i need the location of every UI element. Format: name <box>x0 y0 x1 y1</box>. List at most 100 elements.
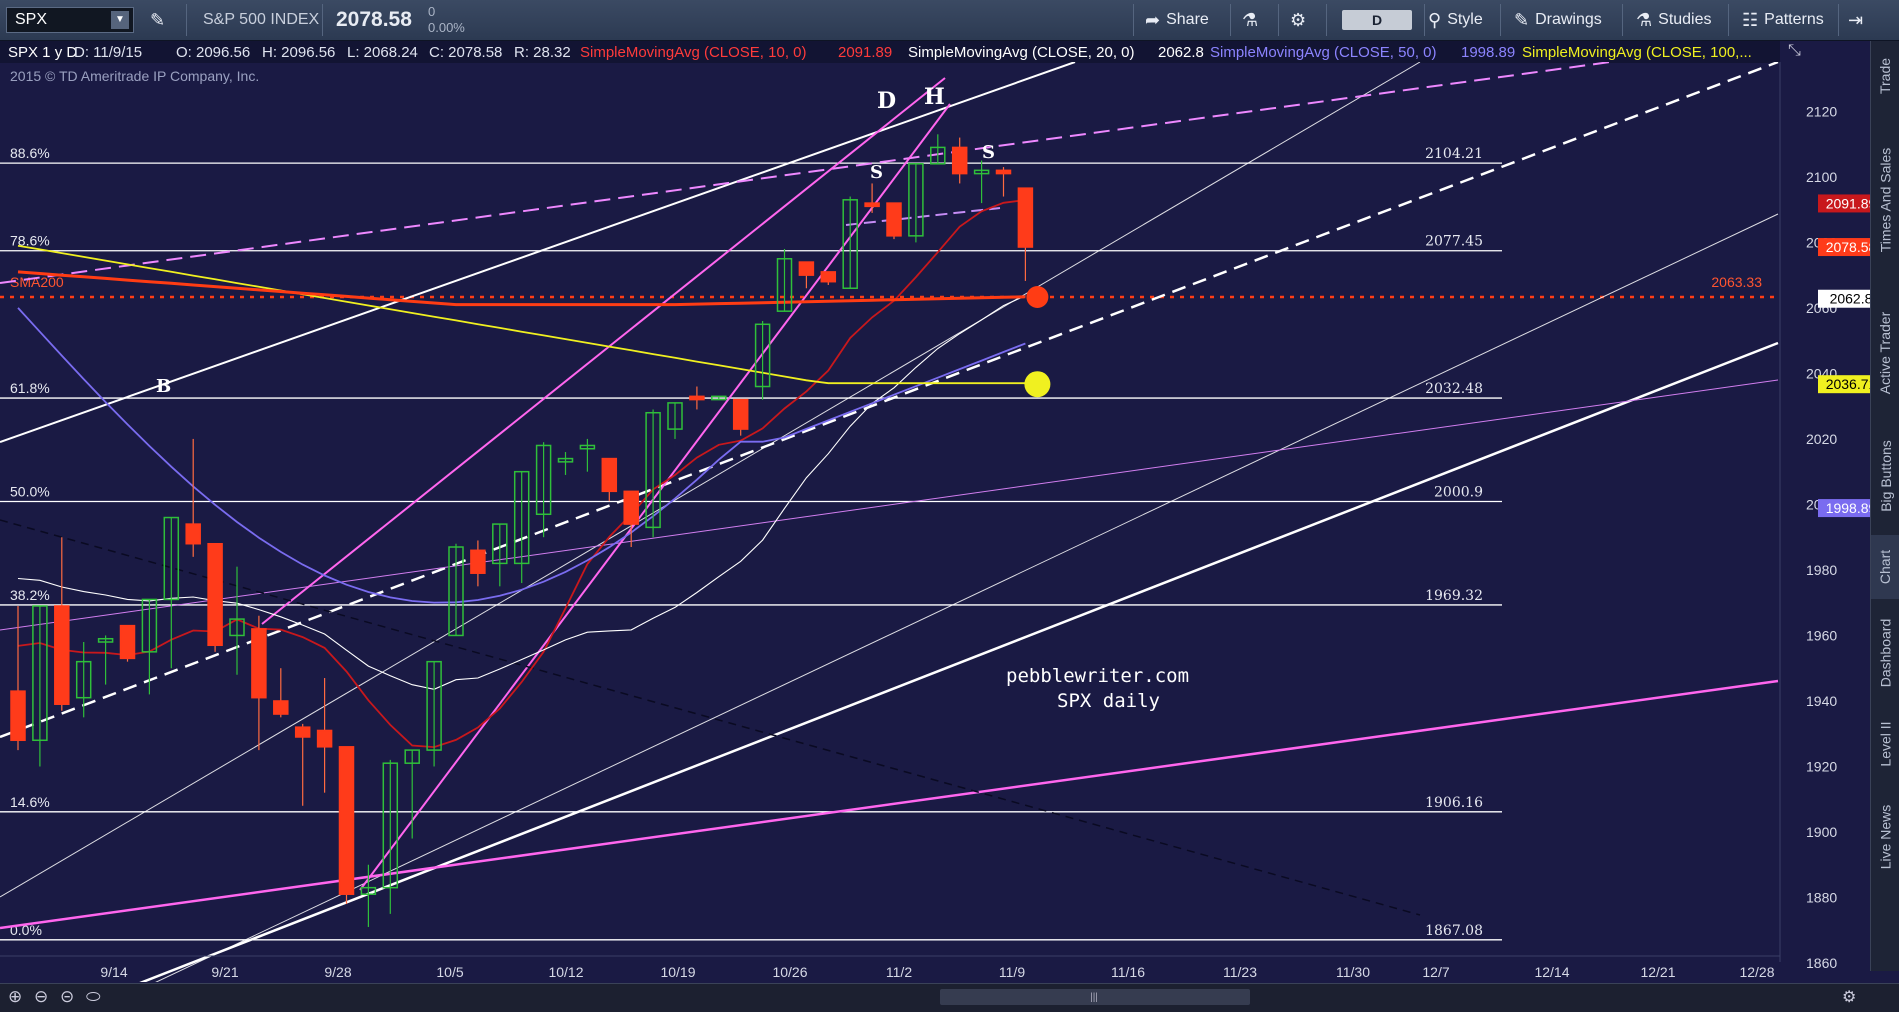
flask-icon[interactable]: ⚗ <box>1242 0 1264 40</box>
sma10-label[interactable]: SimpleMovingAvg (CLOSE, 10, 0) <box>580 44 807 61</box>
symbol-selector[interactable]: SPX ▼ <box>6 7 134 33</box>
zoom-in-icon[interactable]: ⊕ <box>8 987 22 1007</box>
settings-icon[interactable]: ⚙ <box>1842 987 1856 1007</box>
chevron-down-icon[interactable]: ▼ <box>111 11 129 29</box>
date-tick-label: 12/28 <box>1739 964 1774 980</box>
tab-live-news[interactable]: Live News <box>1871 785 1899 889</box>
date-axis: 9/14 9/21 9/28 10/5 10/12 10/19 10/26 11/2 11/9 1… <box>0 955 1780 980</box>
channel-thin-line <box>0 379 1779 631</box>
toolbar-divider <box>322 4 323 36</box>
toolbar-divider <box>1278 4 1279 36</box>
side-panel: Trade Times And Sales Active Trader Big … <box>1870 41 1899 971</box>
channel-line <box>359 103 951 891</box>
fib-pct-label: 38.2% <box>10 587 50 603</box>
drawing-tool-icon[interactable]: ⤡ <box>1788 42 1801 60</box>
pan-icon[interactable]: ⬭ <box>86 987 101 1007</box>
tab-dashboard[interactable]: Dashboard <box>1871 603 1899 703</box>
tab-chart[interactable]: Chart <box>1871 535 1899 599</box>
price-badge-label: 2062.8 <box>1830 291 1870 307</box>
price-tick-label: 2020 <box>1806 431 1837 447</box>
tab-level-ii[interactable]: Level II <box>1871 707 1899 781</box>
fib-pct-label: 61.8% <box>10 380 50 396</box>
sma200-label: SMA200 <box>10 274 64 290</box>
fib-pct-label: 78.6% <box>10 233 50 249</box>
sma50-value: 1998.89 <box>1461 44 1516 61</box>
price-tick-label: 1960 <box>1806 627 1837 643</box>
tab-trade[interactable]: Trade <box>1871 41 1899 111</box>
studies-button[interactable]: ⚗ Studies <box>1636 0 1712 40</box>
sma100-label[interactable]: SimpleMovingAvg (CLOSE, 100,... <box>1522 44 1752 61</box>
price-chart[interactable]: 88.6% 2104.21 78.6% 2077.45 61.8% 2032.48 50.0… <box>0 62 1870 982</box>
tab-big-buttons[interactable]: Big Buttons <box>1871 421 1899 531</box>
tab-times-and-sales[interactable]: Times And Sales <box>1871 115 1899 285</box>
net-change-pct: 0.00% <box>428 20 465 35</box>
date-tick-label: 9/28 <box>324 964 351 980</box>
date-tick-label: 9/14 <box>100 964 127 980</box>
share-button[interactable]: ➦ Share <box>1145 0 1209 40</box>
fib-price-label: 1969.32 <box>1425 588 1483 604</box>
fib-price-label: 2104.21 <box>1425 146 1483 162</box>
instrument-name: S&P 500 INDEX <box>203 11 320 28</box>
price-tick-label: 1860 <box>1806 955 1837 971</box>
style-label: Style <box>1447 11 1483 28</box>
zoom-out-icon[interactable]: ⊖ <box>34 987 48 1007</box>
candle-body <box>316 729 333 748</box>
fib-price-label: 2077.45 <box>1425 234 1483 250</box>
price-tick-label: 1880 <box>1806 889 1837 905</box>
pattern-annotation: D <box>877 88 896 114</box>
sma100-marker <box>1024 371 1051 398</box>
tab-label: Times And Sales <box>1877 147 1894 253</box>
drawings-label: Drawings <box>1535 11 1602 28</box>
tab-label: Trade <box>1877 57 1894 95</box>
info-close: C: 2078.58 <box>429 44 503 61</box>
sma100-line <box>17 244 1026 385</box>
patterns-button[interactable]: ☷ Patterns <box>1742 0 1824 40</box>
pattern-annotation: B <box>156 376 171 397</box>
sma20-label[interactable]: SimpleMovingAvg (CLOSE, 20, 0) <box>908 44 1135 61</box>
date-tick-label: 11/16 <box>1111 964 1145 980</box>
tab-active-trader[interactable]: Active Trader <box>1871 289 1899 417</box>
tab-label: Chart <box>1877 549 1894 585</box>
fib-price-label: 2032.48 <box>1425 381 1483 397</box>
aggregation-button[interactable]: D <box>1342 10 1412 30</box>
date-tick-label: 12/21 <box>1640 964 1675 980</box>
pattern-annotation: H <box>924 84 945 110</box>
sma200-marker <box>1026 285 1049 308</box>
style-button[interactable]: ⚲ Style <box>1428 0 1483 40</box>
drawings-button[interactable]: ✎ Drawings <box>1514 0 1602 40</box>
tab-label: Dashboard <box>1877 618 1894 688</box>
sma50-label[interactable]: SimpleMovingAvg (CLOSE, 50, 0) <box>1210 44 1437 61</box>
candle-body <box>995 169 1012 175</box>
date-tick-label: 10/19 <box>660 964 695 980</box>
price-tick-label: 1940 <box>1806 693 1837 709</box>
candle-body <box>951 146 968 175</box>
top-toolbar: SPX ▼ ✎ S&P 500 INDEX 2078.58 0 0.00% ➦ S… <box>0 0 1899 41</box>
white-trendline <box>139 341 1779 982</box>
date-tick-label: 10/12 <box>548 964 583 980</box>
watermark-line2: SPX daily <box>1057 690 1160 712</box>
link-icon[interactable]: ✎ <box>150 0 171 40</box>
bottom-bar: ⊕ ⊖ ⊝ ⬭ ||| ⚙ <box>0 983 1899 1012</box>
white-thin-trendline <box>0 62 1421 898</box>
date-tick-label: 11/9 <box>999 964 1025 980</box>
watermark-line1: pebblewriter.com <box>1006 665 1190 687</box>
toolbar-divider <box>1133 4 1134 36</box>
chart-title: SPX 1 y D <box>8 44 78 61</box>
date-tick-label: 11/23 <box>1223 964 1257 980</box>
channel-line <box>0 679 1779 930</box>
tab-label: Active Trader <box>1877 311 1894 395</box>
candle-body <box>886 202 902 237</box>
fib-pct-label: 88.6% <box>10 145 50 161</box>
candle-body <box>119 624 136 660</box>
sma20-value: 2062.8 <box>1158 44 1204 61</box>
price-tick-label: 2100 <box>1806 169 1837 185</box>
candle-body <box>623 490 639 525</box>
date-tick-label: 9/21 <box>211 964 238 980</box>
zoom-fit-icon[interactable]: ⊝ <box>60 987 74 1007</box>
tab-label: Level II <box>1877 721 1894 767</box>
candle-body <box>10 690 26 742</box>
gear-icon[interactable]: ⚙ <box>1290 0 1312 40</box>
scroll-grip-icon[interactable]: ||| <box>1088 992 1100 1003</box>
horizontal-scrollbar[interactable]: ||| <box>940 989 1250 1005</box>
expand-icon[interactable]: ⇥ <box>1848 0 1869 40</box>
